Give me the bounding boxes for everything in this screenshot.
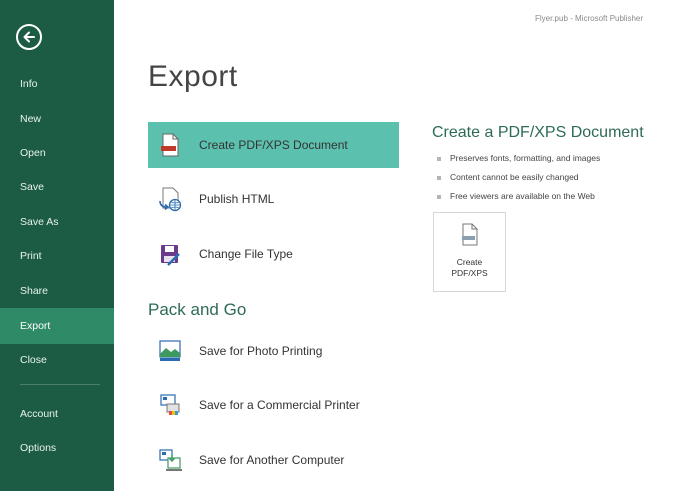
option-label: Save for a Commercial Printer bbox=[199, 398, 360, 412]
detail-bullet: Content cannot be easily changed bbox=[437, 172, 579, 182]
bullet-icon bbox=[437, 175, 441, 180]
detail-bullet: Free viewers are available on the Web bbox=[437, 191, 595, 201]
pdf-document-icon bbox=[161, 133, 179, 157]
bullet-text: Preserves fonts, formatting, and images bbox=[450, 153, 601, 163]
option-publish-html[interactable]: Publish HTML bbox=[148, 176, 399, 222]
option-create-pdf-xps[interactable]: Create PDF/XPS Document bbox=[148, 122, 399, 168]
option-label: Change File Type bbox=[199, 247, 293, 261]
page-title: Export bbox=[148, 60, 238, 93]
detail-heading: Create a PDF/XPS Document bbox=[432, 124, 644, 141]
option-label: Save for Another Computer bbox=[199, 453, 345, 467]
change-file-type-icon bbox=[161, 245, 180, 266]
create-button-label: Create PDF/XPS bbox=[434, 257, 505, 279]
photo-printing-icon bbox=[159, 340, 181, 361]
nav-item-options[interactable]: Options bbox=[0, 430, 114, 466]
bullet-icon bbox=[437, 194, 441, 199]
publish-html-icon bbox=[159, 187, 182, 212]
nav-item-save[interactable]: Save bbox=[0, 169, 114, 205]
nav-item-open[interactable]: Open bbox=[0, 135, 114, 171]
nav-item-info[interactable]: Info bbox=[0, 66, 114, 102]
bullet-text: Content cannot be easily changed bbox=[450, 172, 579, 182]
button-label-line2: PDF/XPS bbox=[451, 268, 488, 278]
back-arrow-icon bbox=[23, 31, 35, 43]
nav-item-print[interactable]: Print bbox=[0, 238, 114, 274]
nav-item-share[interactable]: Share bbox=[0, 273, 114, 309]
nav-item-export[interactable]: Export bbox=[0, 308, 114, 344]
backstage-sidebar: Info New Open Save Save As Print Share E… bbox=[0, 0, 114, 491]
option-save-commercial-printer[interactable]: Save for a Commercial Printer bbox=[148, 382, 399, 428]
nav-item-new[interactable]: New bbox=[0, 101, 114, 137]
another-computer-icon bbox=[159, 449, 182, 471]
detail-bullet: Preserves fonts, formatting, and images bbox=[437, 153, 600, 163]
option-label: Create PDF/XPS Document bbox=[199, 138, 348, 152]
back-button[interactable] bbox=[16, 24, 42, 50]
nav-divider bbox=[20, 384, 100, 385]
nav-item-close[interactable]: Close bbox=[0, 342, 114, 378]
commercial-printer-icon bbox=[160, 394, 180, 415]
pdf-document-icon bbox=[462, 223, 478, 246]
option-save-another-computer[interactable]: Save for Another Computer bbox=[148, 437, 399, 483]
section-title-pack-and-go: Pack and Go bbox=[148, 300, 247, 319]
option-label: Save for Photo Printing bbox=[199, 344, 323, 358]
nav-item-save-as[interactable]: Save As bbox=[0, 204, 114, 240]
option-change-file-type[interactable]: Change File Type bbox=[148, 231, 399, 277]
button-label-line1: Create bbox=[456, 257, 483, 267]
nav-item-account[interactable]: Account bbox=[0, 396, 114, 432]
create-pdf-xps-button[interactable]: Create PDF/XPS bbox=[433, 212, 506, 292]
bullet-text: Free viewers are available on the Web bbox=[450, 191, 595, 201]
option-label: Publish HTML bbox=[199, 192, 275, 206]
option-save-photo-printing[interactable]: Save for Photo Printing bbox=[148, 328, 399, 374]
window-title: Flyer.pub - Microsoft Publisher bbox=[535, 14, 644, 23]
bullet-icon bbox=[437, 156, 441, 161]
